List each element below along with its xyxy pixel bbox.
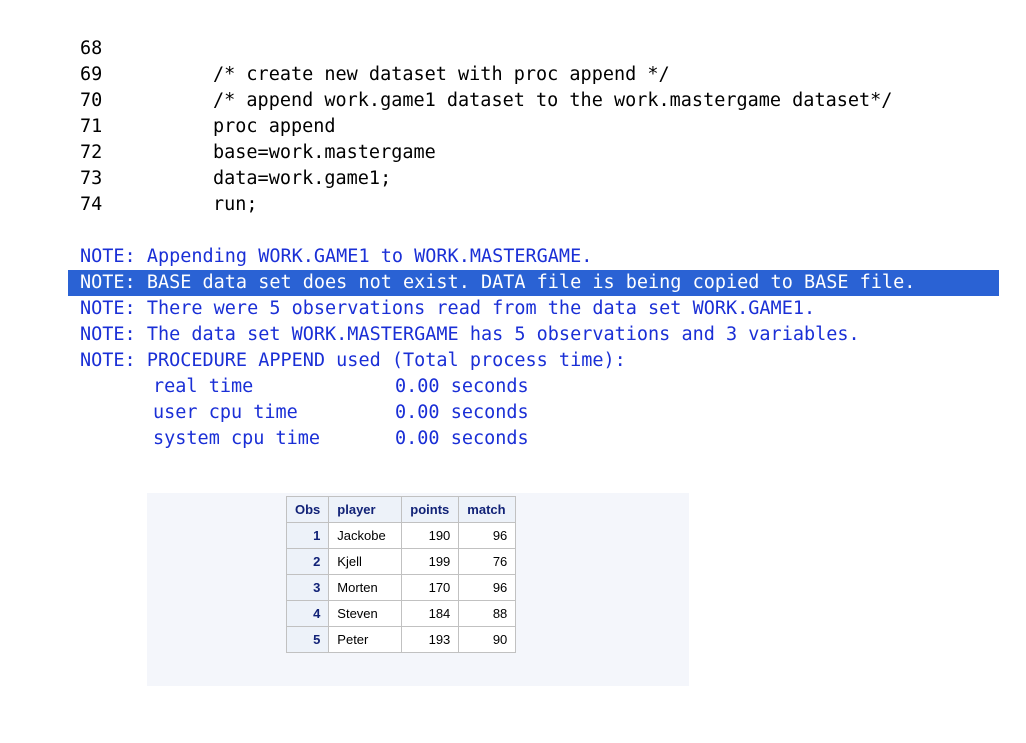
player-cell: Jackobe bbox=[328, 522, 403, 549]
line-number: 72 bbox=[80, 142, 103, 163]
points-cell: 199 bbox=[401, 548, 460, 575]
log-note: NOTE: There were 5 observations read fro… bbox=[80, 298, 816, 319]
timing-row: user cpu time 0.00 seconds bbox=[153, 400, 529, 426]
log-note: NOTE: PROCEDURE APPEND used (Total proce… bbox=[80, 350, 626, 371]
timing-label: system cpu time bbox=[153, 428, 321, 449]
obs-cell: 1 bbox=[285, 522, 330, 549]
log-note: NOTE: Appending WORK.GAME1 to WORK.MASTE… bbox=[80, 246, 593, 267]
table-row: 1 Jackobe 190 96 bbox=[285, 522, 517, 549]
line-number: 70 bbox=[80, 90, 103, 111]
log-note-selected[interactable]: NOTE: BASE data set does not exist. DATA… bbox=[68, 270, 999, 296]
obs-cell: 3 bbox=[285, 574, 330, 601]
column-header-points: points bbox=[401, 496, 460, 523]
timing-label: user cpu time bbox=[153, 402, 298, 423]
code-text: /* append work.game1 dataset to the work… bbox=[213, 90, 893, 111]
code-text: data=work.game1; bbox=[213, 168, 392, 189]
timing-value: 0.00 seconds bbox=[395, 402, 529, 423]
line-number: 73 bbox=[80, 168, 103, 189]
points-cell: 193 bbox=[401, 626, 460, 653]
log-note: NOTE: The data set WORK.MASTERGAME has 5… bbox=[80, 324, 860, 345]
match-cell: 88 bbox=[458, 600, 517, 627]
code-line: 69 /* create new dataset with proc append… bbox=[80, 62, 670, 88]
column-header-obs: Obs bbox=[285, 496, 330, 523]
code-line: 68 bbox=[80, 36, 213, 62]
table-header-row: Obs player points match bbox=[285, 496, 517, 523]
timing-label: real time bbox=[153, 376, 254, 397]
obs-cell: 2 bbox=[285, 548, 330, 575]
line-number: 71 bbox=[80, 116, 103, 137]
obs-cell: 5 bbox=[285, 626, 330, 653]
timing-value: 0.00 seconds bbox=[395, 376, 529, 397]
table-row: 4 Steven 184 88 bbox=[285, 600, 517, 627]
player-cell: Kjell bbox=[328, 548, 403, 575]
points-cell: 184 bbox=[401, 600, 460, 627]
match-cell: 96 bbox=[458, 522, 517, 549]
match-cell: 76 bbox=[458, 548, 517, 575]
code-text: /* create new dataset with proc append *… bbox=[213, 64, 670, 85]
points-cell: 170 bbox=[401, 574, 460, 601]
code-line: 73 data=work.game1; bbox=[80, 166, 391, 192]
player-cell: Morten bbox=[328, 574, 403, 601]
code-line: 71 proc append bbox=[80, 114, 336, 140]
line-number: 74 bbox=[80, 194, 103, 215]
match-cell: 90 bbox=[458, 626, 517, 653]
obs-cell: 4 bbox=[285, 600, 330, 627]
match-cell: 96 bbox=[458, 574, 517, 601]
points-cell: 190 bbox=[401, 522, 460, 549]
table-row: 2 Kjell 199 76 bbox=[285, 548, 517, 575]
timing-value: 0.00 seconds bbox=[395, 428, 529, 449]
code-text: run; bbox=[213, 194, 258, 215]
timing-row: real time 0.00 seconds bbox=[153, 374, 529, 400]
table-row: 3 Morten 170 96 bbox=[285, 574, 517, 601]
code-line: 70 /* append work.game1 dataset to the wo… bbox=[80, 88, 892, 114]
code-line: 74 run; bbox=[80, 192, 258, 218]
table-row: 5 Peter 193 90 bbox=[285, 626, 517, 653]
player-cell: Peter bbox=[328, 626, 403, 653]
code-line: 72 base=work.mastergame bbox=[80, 140, 436, 166]
line-number: 69 bbox=[80, 64, 103, 85]
line-number: 68 bbox=[80, 38, 103, 59]
code-text: base=work.mastergame bbox=[213, 142, 436, 163]
timing-row: system cpu time 0.00 seconds bbox=[153, 426, 529, 452]
results-table: Obs player points match 1 Jackobe 190 96… bbox=[285, 496, 517, 653]
column-header-match: match bbox=[458, 496, 517, 523]
column-header-player: player bbox=[328, 496, 403, 523]
player-cell: Steven bbox=[328, 600, 403, 627]
code-text: proc append bbox=[213, 116, 336, 137]
